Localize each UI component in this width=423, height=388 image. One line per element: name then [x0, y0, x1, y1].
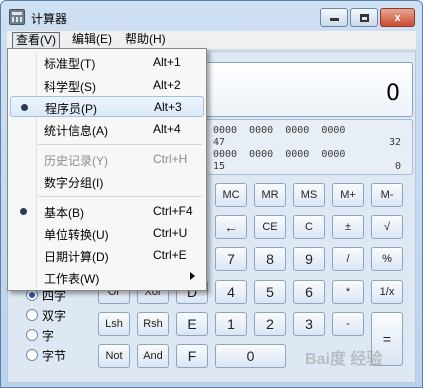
menu-item-worksheets[interactable]: 工作表(W) — [10, 267, 204, 288]
menu-item-shortcut: Alt+1 — [153, 55, 181, 69]
bits-index-32: 32 — [389, 137, 402, 148]
radio-dword[interactable]: 双字 — [26, 306, 66, 324]
radio-label-byte: 字节 — [42, 348, 67, 363]
menu-item-label: 基本(B) — [44, 206, 84, 220]
hex-f-button[interactable]: F — [176, 344, 208, 368]
divide-button[interactable]: / — [332, 247, 364, 271]
digit-8-button[interactable]: 8 — [254, 247, 286, 271]
digit-2-button[interactable]: 2 — [254, 312, 286, 336]
close-icon: x — [394, 11, 401, 24]
radio-byte[interactable]: 字节 — [26, 346, 66, 364]
checked-bullet-icon — [20, 208, 27, 215]
menu-item-date-calculation[interactable]: 日期计算(D) Ctrl+E — [10, 245, 204, 266]
menu-item-statistics[interactable]: 统计信息(A) Alt+4 — [10, 119, 204, 140]
menu-item-label: 标准型(T) — [44, 57, 96, 71]
menu-item-shortcut: Ctrl+E — [153, 248, 187, 262]
radio-word[interactable]: 字 — [26, 326, 54, 344]
bits-index-0: 0 — [395, 161, 402, 172]
menu-item-shortcut: Alt+2 — [153, 78, 181, 92]
menu-separator — [38, 196, 202, 197]
reciprocal-button[interactable]: 1/x — [371, 280, 403, 304]
radio-indicator — [26, 329, 38, 341]
ce-button[interactable]: CE — [254, 215, 286, 239]
radio-label-dword: 双字 — [42, 308, 67, 323]
menu-item-label: 统计信息(A) — [44, 124, 108, 138]
menu-item-shortcut: Alt+4 — [153, 122, 181, 136]
menu-item-unit-conversion[interactable]: 单位转换(U) Ctrl+U — [10, 223, 204, 244]
multiply-button[interactable]: * — [332, 280, 364, 304]
digit-9-button[interactable]: 9 — [293, 247, 325, 271]
menu-item-label: 工作表(W) — [44, 272, 100, 286]
checked-bullet-icon — [21, 104, 28, 111]
percent-button[interactable]: % — [371, 247, 403, 271]
word-size-group: 四字 双字 字 字节 — [20, 284, 98, 374]
digit-5-button[interactable]: 5 — [254, 280, 286, 304]
m-minus-button[interactable]: M- — [371, 183, 403, 207]
menu-item-standard[interactable]: 标准型(T) Alt+1 — [10, 52, 204, 73]
digit-4-button[interactable]: 4 — [215, 280, 247, 304]
display-value: 0 — [386, 81, 400, 106]
menu-help[interactable]: 帮助(H) — [122, 32, 169, 49]
bits-index-15: 15 — [213, 161, 226, 172]
menu-item-label: 数字分组(I) — [44, 176, 104, 190]
maximize-icon — [359, 13, 369, 22]
and-button[interactable]: And — [137, 344, 169, 368]
digit-3-button[interactable]: 3 — [293, 312, 325, 336]
maximize-button[interactable] — [350, 8, 378, 27]
ms-button[interactable]: MS — [293, 183, 325, 207]
radio-indicator — [26, 309, 38, 321]
submenu-arrow-icon — [190, 272, 195, 280]
menu-item-shortcut: Ctrl+U — [153, 226, 188, 240]
mc-button[interactable]: MC — [215, 183, 247, 207]
menu-item-shortcut: Alt+3 — [154, 100, 182, 114]
menu-item-digit-grouping[interactable]: 数字分组(I) — [10, 171, 204, 192]
minimize-button[interactable] — [320, 8, 348, 27]
title-bar[interactable]: 计算器 x — [1, 1, 422, 33]
menu-view[interactable]: 查看(V) — [12, 32, 60, 49]
sqrt-button[interactable]: √ — [371, 215, 403, 239]
minimize-icon — [329, 18, 339, 21]
rsh-button[interactable]: Rsh — [137, 312, 169, 336]
menu-item-scientific[interactable]: 科学型(S) Alt+2 — [10, 75, 204, 96]
close-button[interactable]: x — [380, 8, 415, 27]
backspace-button[interactable]: ← — [215, 215, 247, 239]
bits-row-2: 0000 0000 0000 0000 — [213, 149, 346, 160]
mr-button[interactable]: MR — [254, 183, 286, 207]
menu-edit[interactable]: 编辑(E) — [69, 32, 115, 49]
bits-row-1: 0000 0000 0000 0000 — [213, 125, 346, 136]
digit-6-button[interactable]: 6 — [293, 280, 325, 304]
not-button[interactable]: Not — [98, 344, 130, 368]
radio-indicator — [26, 349, 38, 361]
menu-item-shortcut: Ctrl+F4 — [153, 204, 193, 218]
watermark: Bai度 经验 — [305, 351, 383, 368]
c-button[interactable]: C — [293, 215, 325, 239]
digit-1-button[interactable]: 1 — [215, 312, 247, 336]
m-plus-button[interactable]: M+ — [332, 183, 364, 207]
lsh-button[interactable]: Lsh — [98, 312, 130, 336]
view-dropdown-menu: 标准型(T) Alt+1 科学型(S) Alt+2 程序员(P) Alt+3 统… — [7, 48, 207, 291]
menu-item-shortcut: Ctrl+H — [153, 152, 188, 166]
radio-label-word: 字 — [42, 328, 55, 343]
menu-item-label: 程序员(P) — [45, 102, 97, 116]
calculator-app-icon — [9, 9, 25, 25]
window-title: 计算器 — [31, 12, 68, 26]
menu-item-label: 科学型(S) — [44, 80, 96, 94]
menu-item-basic[interactable]: 基本(B) Ctrl+F4 — [10, 201, 204, 222]
menu-item-label: 单位转换(U) — [44, 228, 109, 242]
plus-minus-button[interactable]: ± — [332, 215, 364, 239]
menu-item-programmer[interactable]: 程序员(P) Alt+3 — [10, 96, 204, 117]
digit-7-button[interactable]: 7 — [215, 247, 247, 271]
minus-button[interactable]: - — [332, 312, 364, 336]
hex-e-button[interactable]: E — [176, 312, 208, 336]
digit-0-button[interactable]: 0 — [215, 344, 286, 368]
menu-item-label: 历史记录(Y) — [44, 154, 108, 168]
menu-item-label: 日期计算(D) — [44, 250, 109, 264]
bits-index-47: 47 — [213, 137, 226, 148]
menu-item-history: 历史记录(Y) Ctrl+H — [10, 149, 204, 170]
menu-separator — [38, 144, 202, 145]
